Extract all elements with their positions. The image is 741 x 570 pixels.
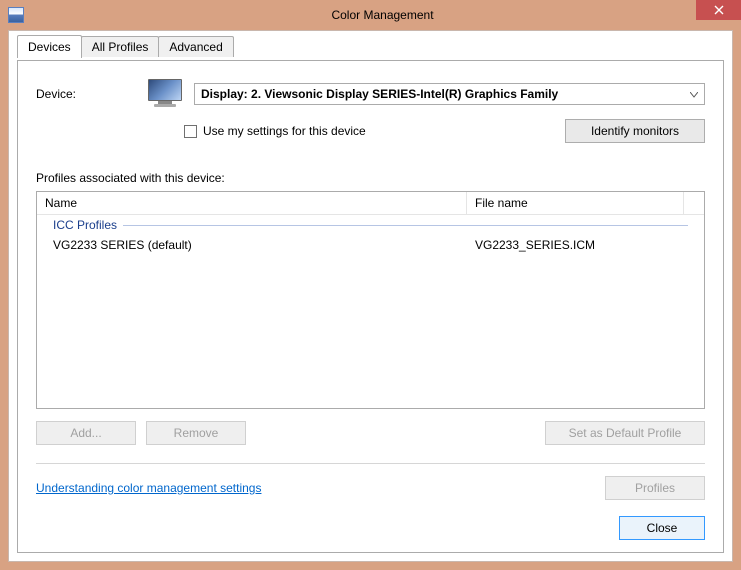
tab-devices[interactable]: Devices <box>17 35 82 58</box>
use-my-settings-checkbox[interactable] <box>184 125 197 138</box>
button-label: Add... <box>70 426 101 440</box>
tab-strip: Devices All Profiles Advanced <box>9 31 732 57</box>
column-header-spacer <box>684 192 704 214</box>
device-dropdown[interactable]: Display: 2. Viewsonic Display SERIES-Int… <box>194 83 705 105</box>
window-close-button[interactable] <box>696 0 741 20</box>
profiles-list-body: ICC Profiles VG2233 SERIES (default) VG2… <box>37 215 704 408</box>
button-label: Set as Default Profile <box>569 426 682 440</box>
profile-row[interactable]: VG2233 SERIES (default) VG2233_SERIES.IC… <box>37 235 704 255</box>
remove-button[interactable]: Remove <box>146 421 246 445</box>
identify-monitors-button[interactable]: Identify monitors <box>565 119 705 143</box>
button-label: Close <box>647 521 678 535</box>
group-label: ICC Profiles <box>53 218 117 232</box>
column-header-name[interactable]: Name <box>37 192 467 214</box>
group-rule <box>123 225 688 226</box>
device-label: Device: <box>36 87 136 101</box>
add-button[interactable]: Add... <box>36 421 136 445</box>
profile-file: VG2233_SERIES.ICM <box>467 238 704 252</box>
set-default-profile-button[interactable]: Set as Default Profile <box>545 421 705 445</box>
tab-label: Devices <box>28 40 71 54</box>
tab-all-profiles[interactable]: All Profiles <box>81 36 160 57</box>
close-icon <box>714 5 724 15</box>
device-options-row: Use my settings for this device Identify… <box>36 119 705 143</box>
button-label: Profiles <box>635 481 675 495</box>
use-my-settings-label: Use my settings for this device <box>203 124 366 138</box>
button-label: Identify monitors <box>591 124 679 138</box>
understanding-link[interactable]: Understanding color management settings <box>36 481 261 495</box>
profile-buttons-row: Add... Remove Set as Default Profile <box>36 421 705 445</box>
profiles-list: Name File name ICC Profiles VG2233 SERIE… <box>36 191 705 409</box>
profile-name: VG2233 SERIES (default) <box>37 238 467 252</box>
app-icon <box>8 7 24 23</box>
dialog-panel: Devices All Profiles Advanced Device: Di… <box>8 30 733 562</box>
tab-content: Device: Display: 2. Viewsonic Display SE… <box>17 61 724 553</box>
tab-underline <box>17 60 724 61</box>
monitor-icon <box>148 79 182 109</box>
profiles-button[interactable]: Profiles <box>605 476 705 500</box>
tab-advanced[interactable]: Advanced <box>158 36 233 57</box>
column-header-file[interactable]: File name <box>467 192 684 214</box>
titlebar: Color Management <box>0 0 741 30</box>
tab-label: All Profiles <box>92 40 149 54</box>
close-button[interactable]: Close <box>619 516 705 540</box>
bottom-row: Understanding color management settings … <box>36 476 705 500</box>
button-label: Remove <box>174 426 219 440</box>
chevron-down-icon <box>690 87 698 101</box>
profiles-group-header[interactable]: ICC Profiles <box>37 215 704 235</box>
profiles-section-label: Profiles associated with this device: <box>36 171 705 185</box>
window-title: Color Management <box>24 8 741 22</box>
device-row: Device: Display: 2. Viewsonic Display SE… <box>36 79 705 109</box>
footer: Close <box>36 500 705 540</box>
device-dropdown-value: Display: 2. Viewsonic Display SERIES-Int… <box>201 87 558 101</box>
divider <box>36 463 705 464</box>
profiles-list-header: Name File name <box>37 192 704 215</box>
tab-label: Advanced <box>169 40 222 54</box>
